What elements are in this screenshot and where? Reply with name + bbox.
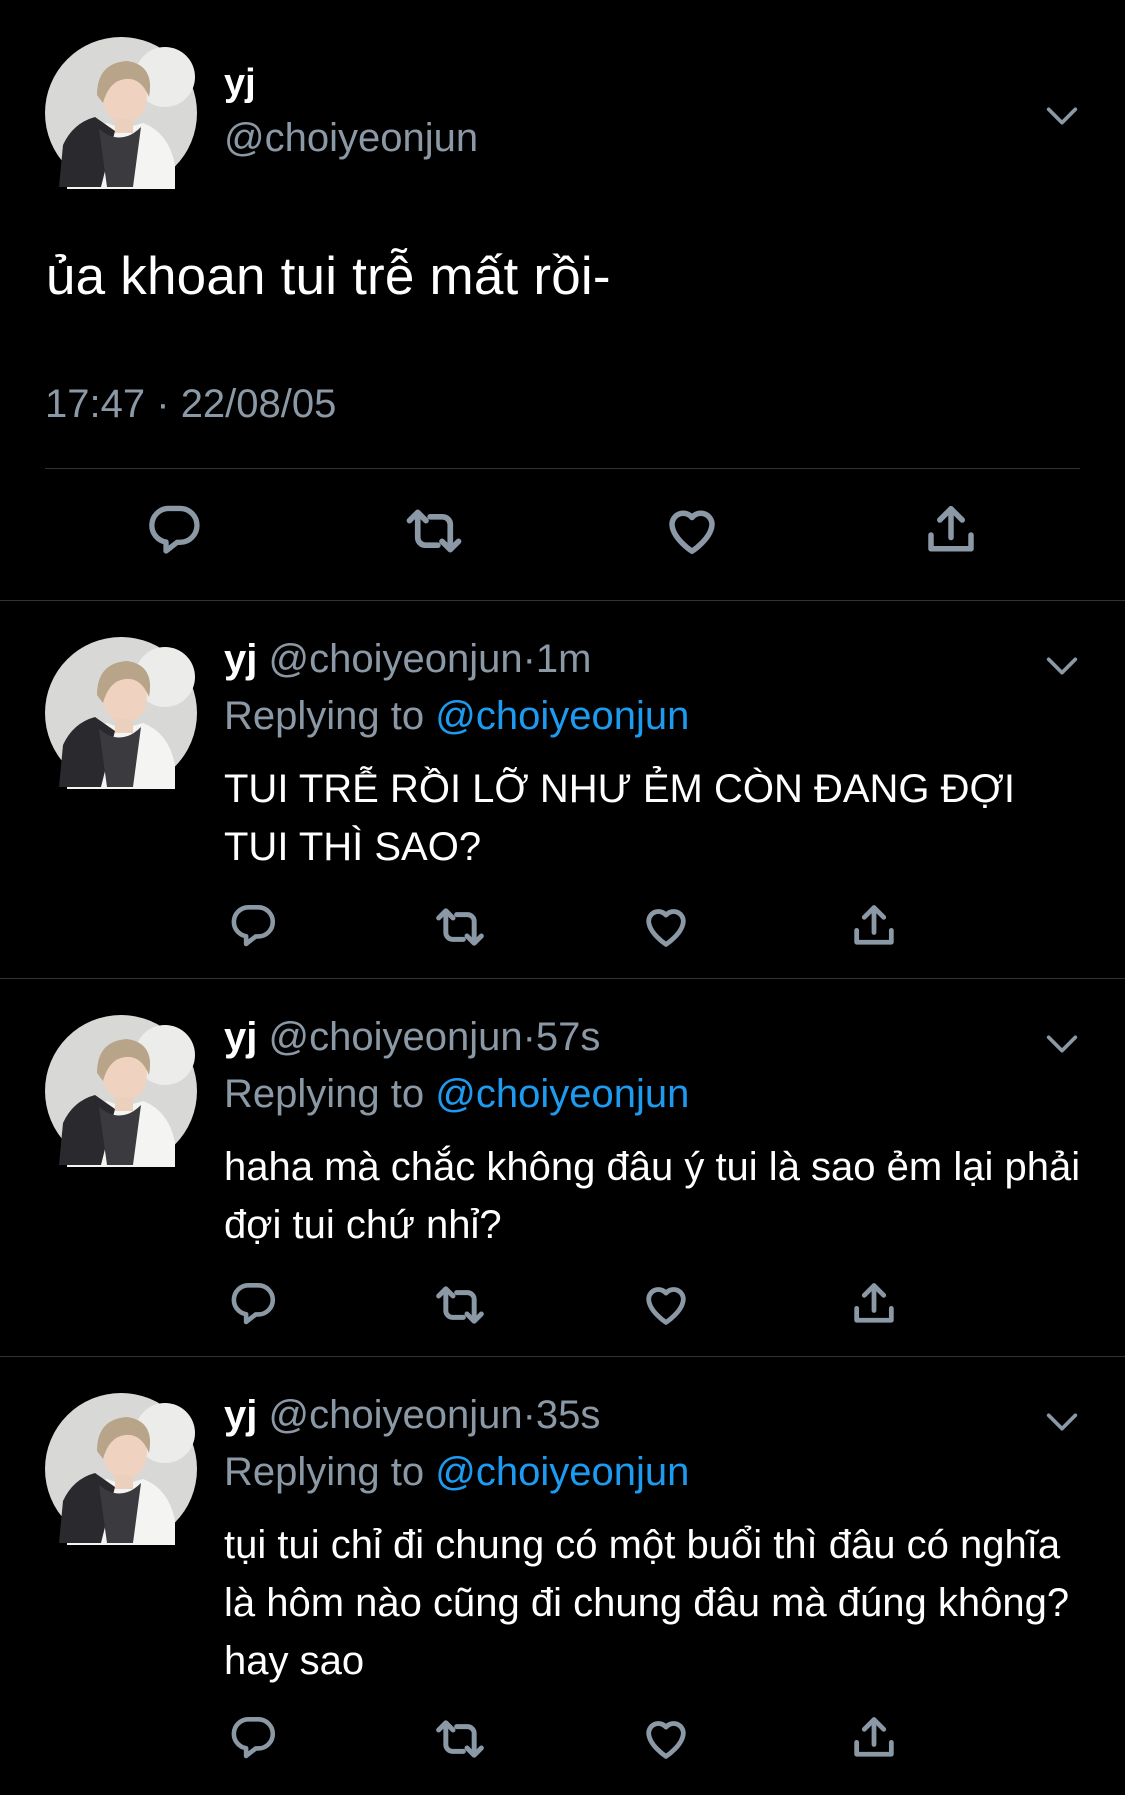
share-icon[interactable] [848, 1712, 900, 1764]
reply-tweet[interactable]: yj @choiyeonjun·1m Replying to @choiyeon… [0, 600, 1125, 978]
replying-to: Replying to @choiyeonjun [224, 1450, 689, 1495]
share-icon[interactable] [921, 500, 981, 560]
replying-label: Replying to [224, 1072, 425, 1116]
retweet-icon[interactable] [433, 1712, 487, 1766]
chevron-down-icon[interactable] [1042, 96, 1082, 136]
retweet-icon[interactable] [403, 500, 465, 562]
display-name[interactable]: yj [224, 62, 256, 105]
like-icon[interactable] [640, 900, 692, 952]
avatar[interactable] [45, 637, 197, 789]
user-handle[interactable]: @choiyeonjun [268, 1393, 522, 1437]
meta-separator: · [522, 1015, 536, 1059]
replying-label: Replying to [224, 1450, 425, 1494]
meta-separator: · [522, 637, 536, 681]
reply-age: 1m [535, 637, 592, 681]
chevron-down-icon[interactable] [1042, 646, 1082, 686]
retweet-icon[interactable] [433, 900, 487, 954]
replying-label: Replying to [224, 694, 425, 738]
tweet-actions [0, 1278, 1125, 1338]
tweet-actions [0, 900, 1125, 960]
chevron-down-icon[interactable] [1042, 1024, 1082, 1064]
reply-tweet[interactable]: yj @choiyeonjun·35s Replying to @choiyeo… [0, 1356, 1125, 1795]
like-icon[interactable] [640, 1712, 692, 1764]
tweet-date: 22/08/05 [180, 382, 337, 426]
share-icon[interactable] [848, 1278, 900, 1330]
avatar-image [45, 1015, 197, 1167]
tweet-text: tụi tui chỉ đi chung có một buổi thì đâu… [224, 1523, 1070, 1683]
avatar[interactable] [45, 1393, 197, 1545]
reply-header: yj @choiyeonjun·35s [224, 1393, 600, 1438]
reply-icon[interactable] [228, 900, 278, 950]
avatar[interactable] [45, 1015, 197, 1167]
reply-age: 57s [535, 1015, 601, 1059]
avatar-image [45, 637, 197, 789]
retweet-icon[interactable] [433, 1278, 487, 1332]
replying-to: Replying to @choiyeonjun [224, 694, 689, 739]
chevron-down-icon[interactable] [1042, 1402, 1082, 1442]
divider [45, 468, 1080, 469]
user-handle[interactable]: @choiyeonjun [268, 637, 522, 681]
reply-header: yj @choiyeonjun·1m [224, 637, 592, 682]
reply-header: yj @choiyeonjun·57s [224, 1015, 600, 1060]
tweet-actions [0, 500, 1125, 570]
user-handle[interactable]: @choiyeonjun [268, 1015, 522, 1059]
avatar-image [45, 1393, 197, 1545]
like-icon[interactable] [640, 1278, 692, 1330]
mention-link[interactable]: @choiyeonjun [435, 694, 689, 738]
reply-icon[interactable] [228, 1278, 278, 1328]
tweet-timestamp: 17:47 · 22/08/05 [45, 382, 336, 427]
avatar-image [45, 37, 197, 189]
meta-separator: · [156, 382, 170, 426]
display-name[interactable]: yj [224, 1015, 257, 1059]
tweet-text: ủa khoan tui trễ mất rồi- [46, 247, 611, 306]
share-icon[interactable] [848, 900, 900, 952]
tweet-time: 17:47 [45, 382, 146, 426]
display-name[interactable]: yj [224, 637, 257, 681]
reply-icon[interactable] [228, 1712, 278, 1762]
mention-link[interactable]: @choiyeonjun [435, 1072, 689, 1116]
tweet-actions [0, 1712, 1125, 1772]
display-name[interactable]: yj [224, 1393, 257, 1437]
like-icon[interactable] [662, 500, 722, 560]
reply-icon[interactable] [145, 500, 203, 558]
mention-link[interactable]: @choiyeonjun [435, 1450, 689, 1494]
main-tweet: yj @choiyeonjun ủa khoan tui trễ mất rồi… [0, 0, 1125, 600]
tweet-text: haha mà chắc không đâu ý tui là sao ẻm l… [224, 1145, 1081, 1247]
tweet-text: TUI TRỄ RỒI LỠ NHƯ ẺM CÒN ĐANG ĐỢI TUI T… [224, 767, 1015, 869]
avatar[interactable] [45, 37, 197, 189]
replying-to: Replying to @choiyeonjun [224, 1072, 689, 1117]
meta-separator: · [522, 1393, 536, 1437]
user-handle[interactable]: @choiyeonjun [224, 116, 478, 161]
reply-age: 35s [535, 1393, 601, 1437]
reply-tweet[interactable]: yj @choiyeonjun·57s Replying to @choiyeo… [0, 978, 1125, 1356]
